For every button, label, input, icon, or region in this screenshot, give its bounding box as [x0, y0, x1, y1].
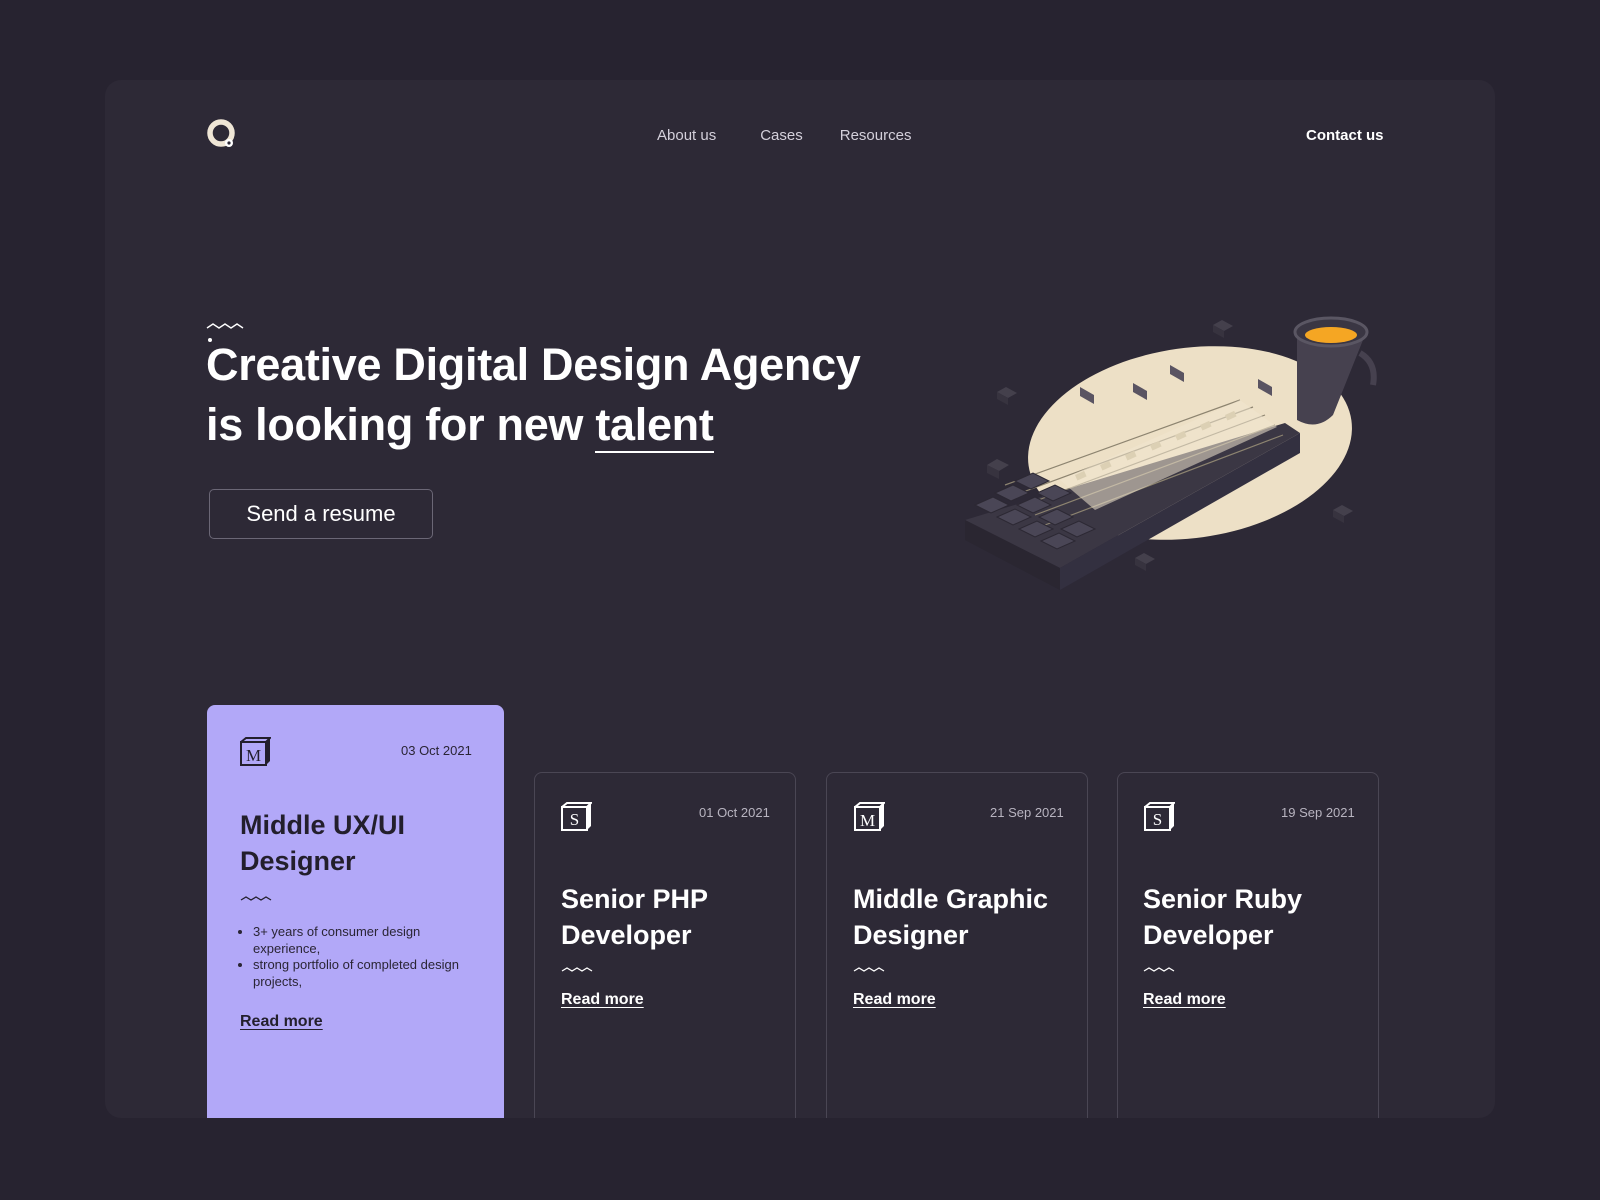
- svg-text:S: S: [1153, 810, 1162, 829]
- hero-title-line2-prefix: is looking for new: [206, 399, 596, 450]
- read-more-link[interactable]: Read more: [561, 991, 644, 1009]
- card-title-line2: Developer: [561, 920, 692, 950]
- nav-resources[interactable]: Resources: [840, 127, 912, 144]
- card-title: Middle Graphic Designer: [853, 881, 1048, 953]
- svg-text:S: S: [570, 810, 579, 829]
- job-card[interactable]: S 19 Sep 2021 Senior Ruby Developer Read…: [1117, 772, 1379, 1118]
- wave-decoration: [853, 967, 885, 972]
- nav-cases[interactable]: Cases: [760, 127, 803, 144]
- job-card[interactable]: S 01 Oct 2021 Senior PHP Developer Read …: [534, 772, 796, 1118]
- job-card[interactable]: M 21 Sep 2021 Middle Graphic Designer Re…: [826, 772, 1088, 1118]
- job-card-featured[interactable]: M 03 Oct 2021 Middle UX/UI Designer 3+ y…: [207, 705, 504, 1118]
- contact-us-link[interactable]: Contact us: [1306, 127, 1384, 144]
- requirement-item: strong portfolio of completed design pro…: [253, 957, 463, 990]
- nav-about-us[interactable]: About us: [657, 127, 716, 144]
- requirement-item: 3+ years of consumer design experience,: [253, 924, 463, 957]
- wave-decoration: [240, 896, 272, 901]
- card-title: Middle UX/UI Designer: [240, 807, 405, 879]
- hero-title: Creative Digital Design Agency is lookin…: [206, 335, 926, 455]
- hero-title-line1: Creative Digital Design Agency: [206, 339, 861, 390]
- send-resume-button[interactable]: Send a resume: [209, 489, 433, 539]
- card-title-line2: Designer: [240, 846, 356, 876]
- read-more-link[interactable]: Read more: [240, 1013, 323, 1031]
- wave-decoration: [206, 323, 244, 329]
- card-title-line2: Developer: [1143, 920, 1274, 950]
- medium-icon: M: [854, 802, 885, 831]
- main-nav: About us Cases Resources: [657, 127, 955, 144]
- stackoverflow-s-icon: S: [561, 802, 592, 831]
- q-logo-icon[interactable]: [206, 118, 240, 154]
- card-title-line1: Senior PHP: [561, 884, 709, 914]
- svg-text:M: M: [860, 811, 875, 830]
- card-title-line1: Middle UX/UI: [240, 810, 406, 840]
- hero-title-emphasis: talent: [595, 399, 714, 453]
- card-title-line1: Middle Graphic: [853, 884, 1049, 914]
- wave-decoration: [1143, 967, 1175, 972]
- card-title-line2: Designer: [853, 920, 969, 950]
- stackoverflow-s-icon: S: [1144, 802, 1175, 831]
- read-more-link[interactable]: Read more: [1143, 991, 1226, 1009]
- card-title-line1: Senior Ruby: [1143, 884, 1303, 914]
- card-title: Senior Ruby Developer: [1143, 881, 1302, 953]
- wave-decoration: [561, 967, 593, 972]
- card-title: Senior PHP Developer: [561, 881, 708, 953]
- svg-text:M: M: [246, 746, 261, 765]
- requirements-list: 3+ years of consumer design experience, …: [240, 924, 463, 990]
- card-date: 03 Oct 2021: [401, 743, 472, 758]
- card-date: 21 Sep 2021: [990, 805, 1064, 820]
- card-date: 01 Oct 2021: [699, 805, 770, 820]
- card-date: 19 Sep 2021: [1281, 805, 1355, 820]
- keyboard-coffee-illustration: [965, 316, 1377, 590]
- read-more-link[interactable]: Read more: [853, 991, 936, 1009]
- medium-icon: M: [240, 737, 271, 766]
- page-frame: About us Cases Resources Contact us Crea…: [105, 80, 1495, 1118]
